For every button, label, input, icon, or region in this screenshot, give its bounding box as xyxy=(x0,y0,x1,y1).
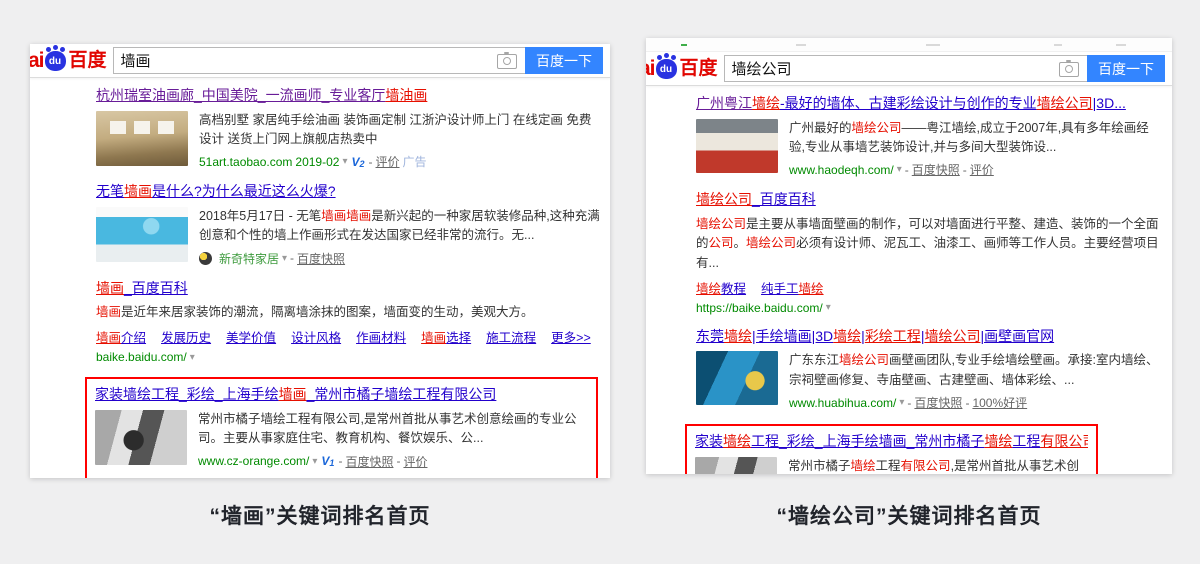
result-title-link[interactable]: 家装墙绘工程_彩绘_上海手绘墙画_常州市橘子墙绘工程有限公司 xyxy=(95,386,588,404)
baidu-search-button[interactable]: 百度一下 xyxy=(1087,55,1165,82)
search-results-list: 广州粤江墙绘-最好的墙体、古建彩绘设计与创作的专业墙绘公司|3D... 广州最好的… xyxy=(646,86,1172,474)
result-description: 广东东江墙绘公司画壁画团队,专业手绘墙绘壁画。承接:室内墙绘、宗祠壁画修复、寺庙… xyxy=(789,353,1159,387)
search-results-list: 杭州瑞室油画廊_中国美院_一流画师_专业客厅墙油画高档别墅 家居纯手绘油画 装饰… xyxy=(30,78,610,478)
result-sitelinks: 墙绘教程 纯手工墙绘 xyxy=(696,278,1164,297)
source-avatar-icon xyxy=(199,251,212,265)
screenshot-panel-left: ai du 百度 百度一下 杭州瑞室油画廊_中国美院_一流画师_专业客厅墙油画高… xyxy=(30,44,610,478)
baidu-paw-icon: du xyxy=(655,52,677,79)
result-sitelink[interactable]: 墙绘教程 xyxy=(696,278,746,297)
result-thumbnail[interactable] xyxy=(695,456,777,474)
result-description: 常州市橘子墙绘工程有限公司,是常州首批从事艺术创意绘画的专业公司。主要从事家庭住… xyxy=(198,411,577,446)
bookmark-mark-icon xyxy=(681,44,687,46)
result-meta: www.cz-orange.com/▾ V 1- 百度快照 - 评价 xyxy=(198,453,428,470)
result-sitelink[interactable]: 墙画介绍 xyxy=(96,327,146,346)
search-result: 墙绘公司_百度百科墙绘公司是主要从事墙面壁画的制作，可以对墙面进行平整、建造、装… xyxy=(696,191,1164,315)
meta-link[interactable]: 百度快照 xyxy=(345,453,393,470)
result-sitelink[interactable]: 发展历史 xyxy=(161,327,211,346)
bookmark-mark-icon xyxy=(796,44,806,46)
screenshot-panel-right: ai du 百度 百度一下 广州粤江墙绘-最好的墙体、古建彩绘设计与创作的专业墙… xyxy=(646,38,1172,474)
result-sitelinks: 墙画介绍 发展历史 美学价值 设计风格 作画材料 墙画选择 施工流程 更多>> xyxy=(96,327,600,346)
search-input[interactable] xyxy=(723,55,1087,82)
result-title-link[interactable]: 杭州瑞室油画廊_中国美院_一流画师_专业客厅墙油画 xyxy=(96,87,600,105)
meta-link[interactable]: 百度快照 xyxy=(297,250,345,267)
search-input[interactable] xyxy=(112,47,525,74)
search-result: 杭州瑞室油画廊_中国美院_一流画师_专业客厅墙油画高档别墅 家居纯手绘油画 装饰… xyxy=(96,87,600,170)
result-title-link[interactable]: 墙绘公司_百度百科 xyxy=(696,191,1164,209)
result-sitelink[interactable]: 施工流程 xyxy=(486,327,536,346)
search-result: 墙画_百度百科墙画是近年来居家装饰的潮流，隔离墙涂抹的图案，墙面变的生动，美观大… xyxy=(96,280,600,365)
result-sitelink[interactable]: 作画材料 xyxy=(356,327,406,346)
baidu-search-header: ai du 百度 百度一下 xyxy=(646,52,1172,86)
baidu-v-badge-icon: V1 xyxy=(321,454,335,469)
right-caption: “墙绘公司”关键词排名首页 xyxy=(776,505,1042,528)
baidu-paw-icon: du xyxy=(44,44,66,71)
result-title-link[interactable]: 无笔墙画是什么?为什么最近这么火爆? xyxy=(96,183,600,201)
result-title-link[interactable]: 东莞墙绘|手绘墙画|3D墙绘|彩绘工程|墙绘公司|画壁画官网 xyxy=(696,328,1164,346)
baidu-logo-cn: 百度 xyxy=(679,58,718,79)
bookmark-mark-icon xyxy=(926,44,940,46)
result-description: 常州市橘子墙绘工程有限公司,是常州首批从事艺术创意绘画的专业公司。主要从事家庭住… xyxy=(788,458,1080,473)
meta-link[interactable]: 百度快照 xyxy=(912,161,960,178)
result-description: 墙画是近年来居家装饰的潮流，隔离墙涂抹的图案，墙面变的生动，美观大方。 xyxy=(96,305,534,319)
meta-link[interactable]: 百度快照 xyxy=(914,394,962,411)
browser-bar-remnant xyxy=(646,38,1172,52)
result-description: 墙绘公司是主要从事墙面壁画的制作，可以对墙面进行平整、建造、装饰的一个全面的公司… xyxy=(696,216,1159,270)
baidu-logo-latin: ai xyxy=(30,49,44,72)
result-sitelink[interactable]: 墙画选择 xyxy=(421,327,471,346)
baidu-logo-cn: 百度 xyxy=(68,50,107,71)
meta-link[interactable]: 评价 xyxy=(970,161,994,178)
result-meta: https://baike.baidu.com/▾ xyxy=(696,300,831,315)
baidu-v-badge-icon: V2 xyxy=(351,154,365,169)
result-description: 高档别墅 家居纯手绘油画 装饰画定制 江浙沪设计师上门 在线定画 免费设计 送货… xyxy=(199,112,592,146)
result-highlighted-box: 家装墙绘工程_彩绘_上海手绘墙画_常州市橘子墙绘工程有限公司常州市橘子墙绘工程有… xyxy=(685,424,1098,474)
result-title-link[interactable]: 家装墙绘工程_彩绘_上海手绘墙画_常州市橘子墙绘工程有限公司 xyxy=(695,433,1088,451)
search-result: 无笔墙画是什么?为什么最近这么火爆? 2018年5月17日 - 无笔墙画墙画是新兴… xyxy=(96,183,600,266)
baidu-logo-latin: ai xyxy=(646,57,655,80)
result-meta: baike.baidu.com/▾ xyxy=(96,350,195,365)
baidu-search-button[interactable]: 百度一下 xyxy=(525,47,603,74)
meta-link[interactable]: 评价 xyxy=(403,453,427,470)
baidu-search-header: ai du 百度 百度一下 xyxy=(30,44,610,78)
result-meta: 新奇特家居 ▾ - 百度快照 xyxy=(199,250,600,267)
meta-link[interactable]: 评价 xyxy=(376,153,400,170)
camera-search-icon[interactable] xyxy=(497,52,517,69)
result-title-link[interactable]: 墙画_百度百科 xyxy=(96,280,600,298)
bookmark-mark-icon xyxy=(1054,44,1062,46)
result-meta: 51art.taobao.com 2019-02 ▾ V 2- 评价 广告 xyxy=(199,153,427,170)
result-meta: www.haodeqh.com/▾ - 百度快照 - 评价 xyxy=(789,161,994,178)
result-description: 2018年5月17日 - 无笔墙画墙画是新兴起的一种家居软装修品种,这种充满创意… xyxy=(199,208,600,243)
search-result: 东莞墙绘|手绘墙画|3D墙绘|彩绘工程|墙绘公司|画壁画官网广东东江墙绘公司画壁… xyxy=(696,328,1164,411)
result-meta: www.huabihua.com/▾ - 百度快照 -100%好评 xyxy=(789,394,1028,411)
result-highlighted-box: 家装墙绘工程_彩绘_上海手绘墙画_常州市橘子墙绘工程有限公司常州市橘子墙绘工程有… xyxy=(85,377,598,478)
left-caption: “墙画”关键词排名首页 xyxy=(209,505,431,528)
result-title-link[interactable]: 广州粤江墙绘-最好的墙体、古建彩绘设计与创作的专业墙绘公司|3D... xyxy=(696,95,1164,113)
baidu-logo: ai du 百度 xyxy=(30,44,107,72)
result-thumbnail[interactable] xyxy=(96,110,188,166)
result-thumbnail[interactable] xyxy=(95,409,187,465)
result-thumbnail[interactable] xyxy=(696,351,778,406)
result-sitelink[interactable]: 美学价值 xyxy=(226,327,276,346)
result-sitelink[interactable]: 更多>> xyxy=(551,327,591,346)
camera-search-icon[interactable] xyxy=(1059,60,1079,77)
baidu-logo: ai du 百度 xyxy=(646,52,718,80)
bookmark-mark-icon xyxy=(1116,44,1126,46)
search-result: 广州粤江墙绘-最好的墙体、古建彩绘设计与创作的专业墙绘公司|3D... 广州最好的… xyxy=(696,95,1164,178)
meta-link[interactable]: 100%好评 xyxy=(972,394,1027,411)
result-thumbnail[interactable] xyxy=(696,118,778,173)
search-box xyxy=(723,55,1087,82)
result-description: 广州最好的墙绘公司——粤江墙绘,成立于2007年,具有多年绘画经验,专业从事墙艺… xyxy=(789,120,1149,154)
result-thumbnail[interactable] xyxy=(96,206,188,262)
result-sitelink[interactable]: 纯手工墙绘 xyxy=(761,278,824,297)
result-sitelink[interactable]: 设计风格 xyxy=(291,327,341,346)
search-box xyxy=(112,47,525,74)
